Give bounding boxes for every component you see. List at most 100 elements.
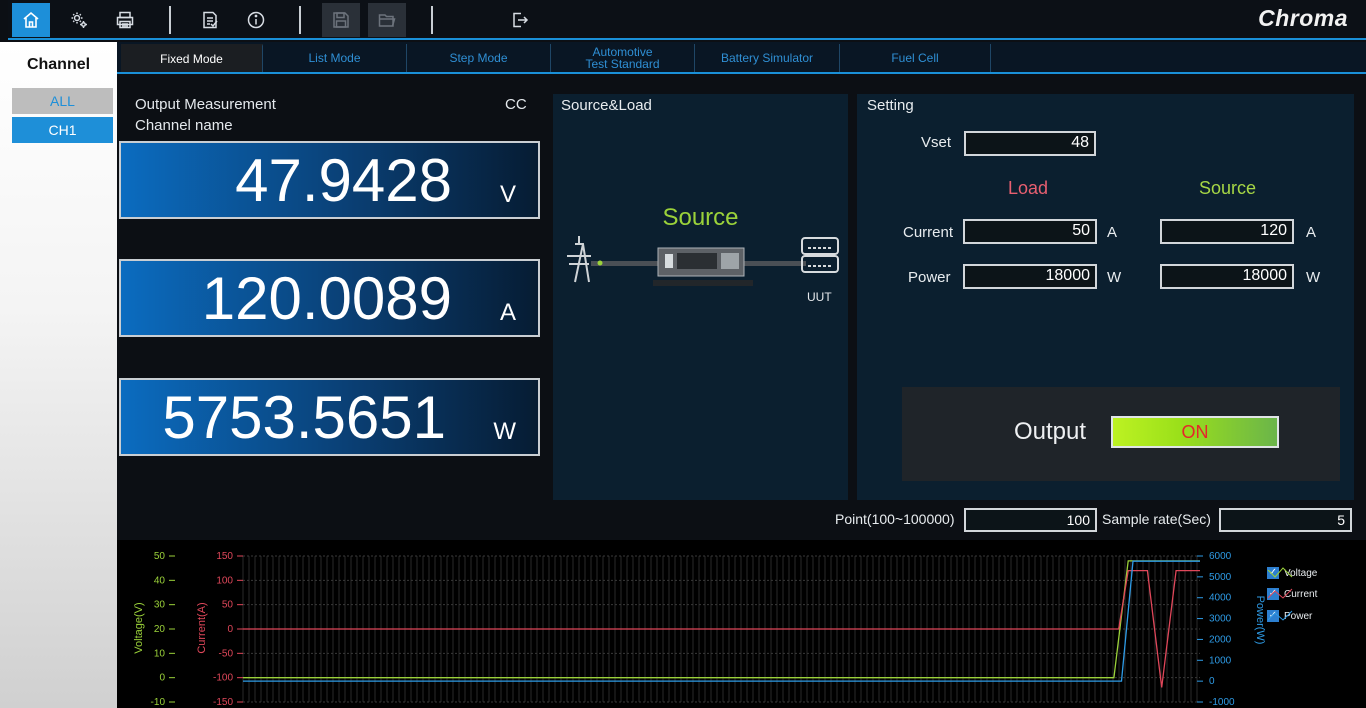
channel-ch1-button[interactable]: CH1 [12,117,113,143]
tab-battery-simulator[interactable]: Battery Simulator [695,44,840,72]
mode-tabs: Fixed Mode List Mode Step Mode Automotiv… [117,42,1366,74]
current-readout: 120.0089 A [119,259,540,337]
measurement-title: Output Measurement [135,96,276,113]
voltage-axis-title: Voltage(V) [133,602,145,653]
exit-icon[interactable] [501,3,539,37]
setting-title: Setting [867,97,914,114]
power-value: 5753.5651 [162,383,446,451]
legend-power-swatch-icon [1267,610,1293,621]
output-control: Output ON [902,387,1340,481]
power-tick-label: -1000 [1209,697,1235,708]
uut-icon [801,237,839,273]
current-tick-label: -150 [213,697,233,708]
current-tick-label: 100 [216,575,233,586]
report-icon[interactable] [191,3,229,37]
open-folder-icon[interactable] [368,3,406,37]
power-supply-icon [653,247,753,286]
voltage-tick-label: 30 [154,600,166,611]
current-axis-title: Current(A) [196,602,208,653]
app-window: Chroma Channel ALL CH1 Fixed Mode List M… [0,0,1366,708]
output-label: Output [1014,418,1087,445]
current-tick-label: -100 [213,673,233,684]
settings-icon[interactable] [60,3,98,37]
toolbar-divider [431,6,433,34]
power-tick-label: 4000 [1209,593,1232,604]
source-load-panel: Source&Load Source UUT [553,94,848,500]
tab-list-mode[interactable]: List Mode [263,44,407,72]
power-tick-label: 0 [1209,676,1215,687]
power-tower-icon [567,236,591,283]
channel-all-button[interactable]: ALL [12,88,113,114]
voltage-tick-label: 10 [154,648,166,659]
trend-chart-svg: 50403020100-10150100500-50-100-150600050… [133,551,1266,708]
power-tick-label: 6000 [1209,551,1232,562]
legend-current[interactable]: ✓ Current [1267,587,1317,601]
load-power-input[interactable]: 18000 [963,264,1097,289]
tab-fuel-cell[interactable]: Fuel Cell [840,44,991,72]
source-current-input[interactable]: 120 [1160,219,1294,244]
flow-indicator [597,260,603,266]
load-power-unit: W [1107,269,1122,286]
voltage-tick-label: 20 [154,624,166,635]
vset-input[interactable]: 48 [964,131,1096,156]
current-label: Current [903,224,954,241]
info-icon[interactable] [237,3,275,37]
sample-rate-label: Sample rate(Sec) [1102,511,1211,527]
source-load-title: Source&Load [561,97,652,114]
current-unit: A [499,299,516,326]
tab-step-mode[interactable]: Step Mode [407,44,551,72]
source-power-input[interactable]: 18000 [1160,264,1294,289]
source-current-unit: A [1306,224,1317,241]
power-unit: W [493,418,516,445]
point-input[interactable]: 100 [964,508,1097,532]
channel-name-label: Channel name [135,117,233,134]
toolbar: Chroma [8,0,1366,40]
current-tick-label: 0 [227,624,233,635]
tab-automotive-test-standard[interactable]: Automotive Test Standard [551,44,695,72]
power-readout: 5753.5651 W [119,378,540,456]
voltage-tick-label: 40 [154,575,166,586]
load-header: Load [1008,178,1049,198]
voltage-tick-label: 0 [159,673,165,684]
legend-current-swatch-icon [1267,588,1293,599]
legend-power[interactable]: ✓ Power [1267,609,1312,623]
power-tick-label: 3000 [1209,614,1232,625]
voltage-readout: 47.9428 V [119,141,540,219]
tab-fixed-mode[interactable]: Fixed Mode [121,44,263,72]
power-tick-label: 1000 [1209,655,1232,666]
load-current-input[interactable]: 50 [963,219,1097,244]
uut-label: UUT [807,290,832,304]
vset-label: Vset [921,134,952,151]
trend-chart: 50 40 30 20 10 0 -10 150 100 50 0 -50 -100 -150 6000 50… [117,540,1366,708]
output-toggle-button[interactable]: ON [1111,416,1279,448]
channel-panel: Channel ALL CH1 [0,42,117,708]
toolbar-divider [169,6,171,34]
current-tick-label: -50 [219,648,234,659]
sample-rate-input[interactable]: 5 [1219,508,1352,532]
voltage-unit: V [499,181,516,208]
current-tick-label: 50 [222,600,234,611]
source-header: Source [1199,178,1257,198]
power-label: Power [908,269,951,286]
save-icon[interactable] [322,3,360,37]
source-mode-label: Source [662,204,739,231]
source-power-unit: W [1306,269,1321,286]
voltage-tick-label: -10 [151,697,166,708]
print-icon[interactable] [106,3,144,37]
current-tick-label: 150 [216,551,233,562]
legend-voltage[interactable]: ✓ Voltage [1267,566,1317,580]
power-tick-label: 2000 [1209,634,1232,645]
load-current-unit: A [1107,224,1118,241]
voltage-tick-label: 50 [154,551,166,562]
power-tick-label: 5000 [1209,572,1232,583]
brand-logo: Chroma [1258,5,1348,31]
voltage-value: 47.9428 [235,146,452,214]
setting-panel: Setting Vset 48 Load Source Current 50 A… [857,94,1354,500]
home-icon[interactable] [12,3,50,37]
power-axis-title: Power(W) [1254,596,1266,645]
current-value: 120.0089 [201,264,452,332]
operating-mode-label: CC [505,96,527,113]
toolbar-divider [299,6,301,34]
point-label: Point(100~100000) [835,511,955,527]
source-load-diagram [567,236,839,286]
